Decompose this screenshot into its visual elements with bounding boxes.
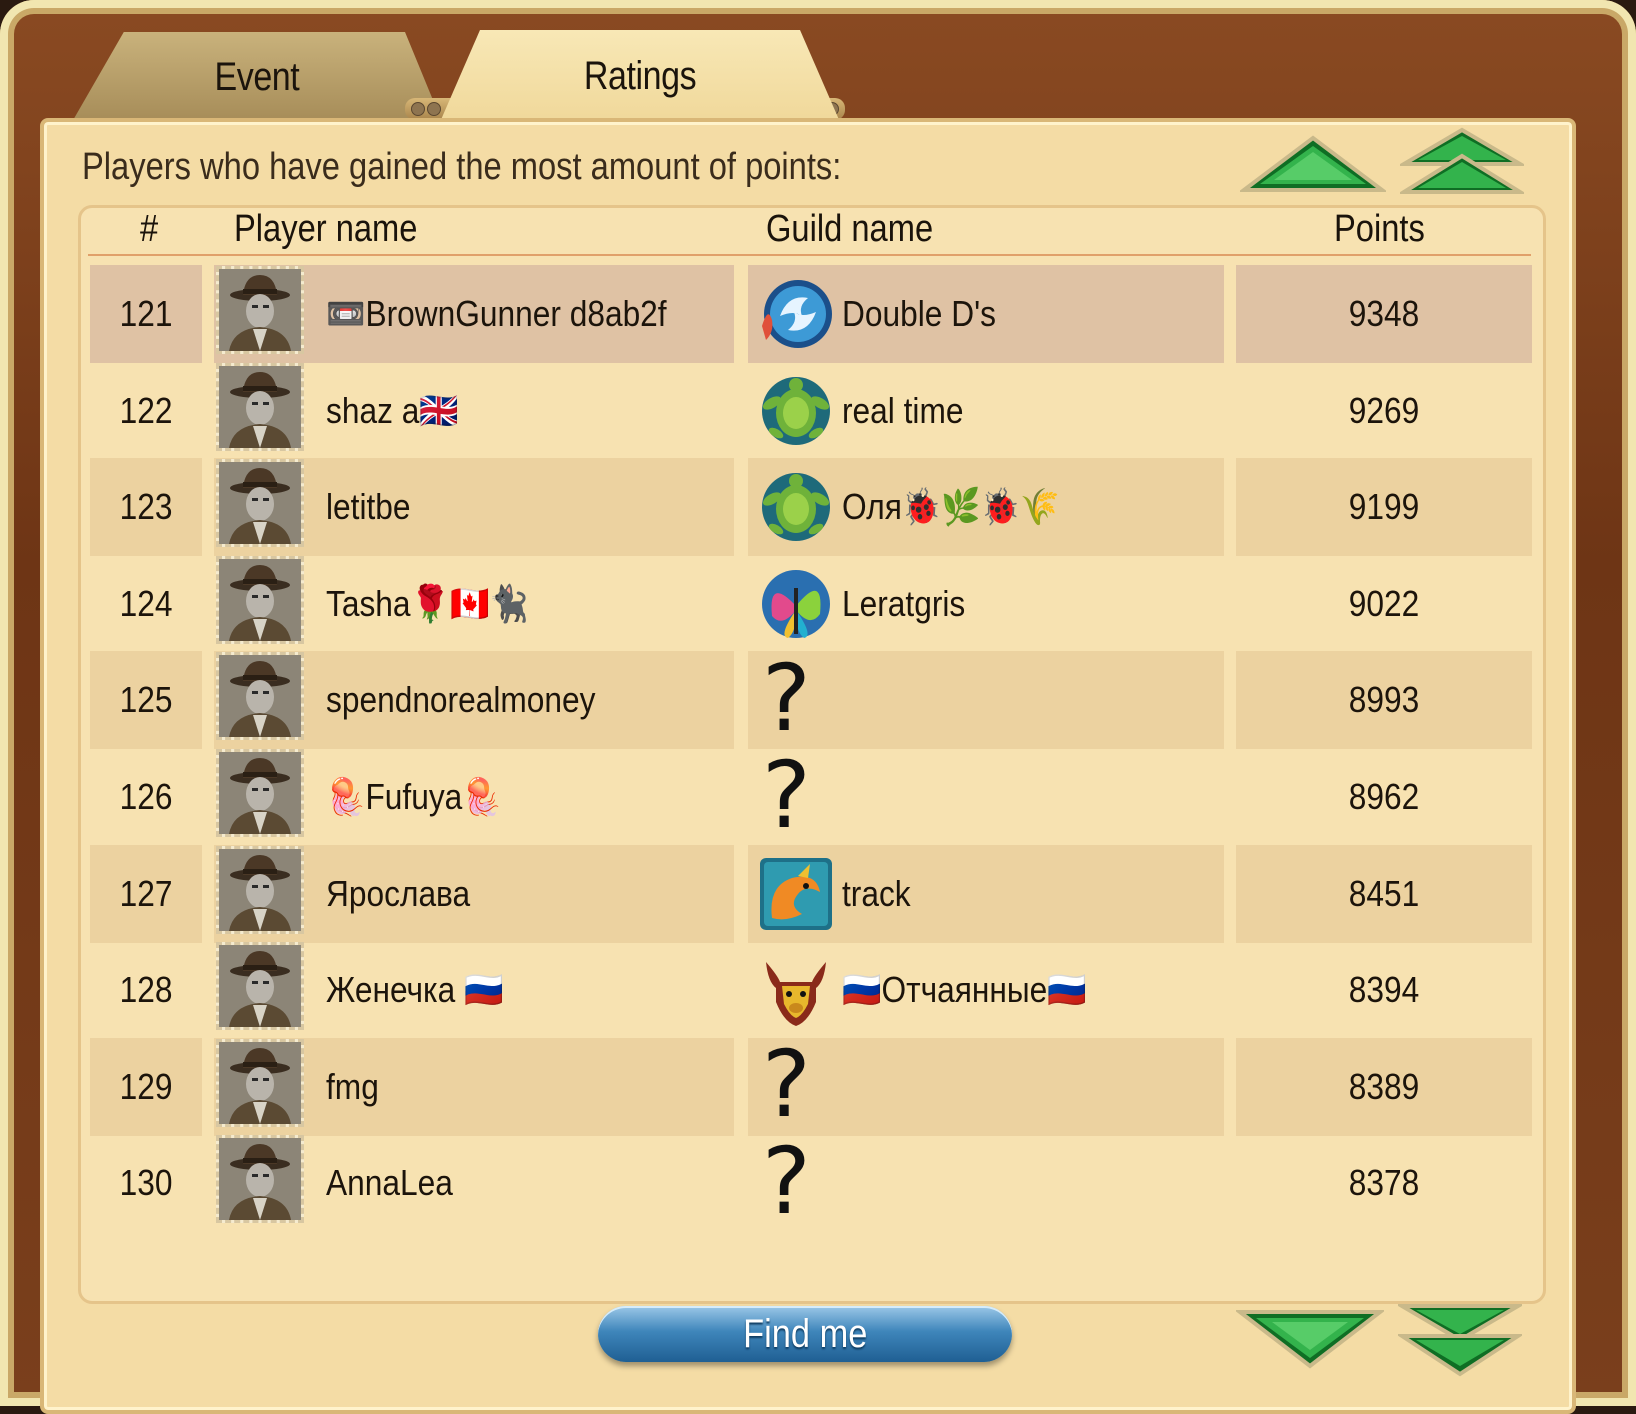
rank-cell: 122 <box>119 389 173 431</box>
column-header-rank: # <box>140 208 159 250</box>
column-header-guild: Guild name <box>766 208 934 250</box>
butterfly-emblem-icon <box>758 566 834 642</box>
player-name[interactable]: letitbe <box>326 458 422 556</box>
table-row[interactable]: 128 8394 Женечка 🇷🇺 🇷🇺Отчаянные🇷🇺 <box>90 938 1534 1038</box>
unknown-guild-icon: ? <box>762 644 811 752</box>
guild-name[interactable]: 🇷🇺Отчаянные🇷🇺 <box>842 941 1120 1039</box>
rank-cell: 130 <box>119 1162 173 1204</box>
jump-top-icon[interactable] <box>1400 126 1524 196</box>
points-cell: 8993 <box>1236 651 1532 750</box>
player-name[interactable]: 🪼Fufuya🪼 <box>326 748 526 846</box>
points-cell: 8394 <box>1348 969 1420 1011</box>
table-row[interactable]: 129 8389 fmg ? <box>90 1031 1534 1139</box>
player-name[interactable]: Ярослава <box>326 845 490 943</box>
avatar[interactable] <box>216 749 304 837</box>
player-name[interactable]: AnnaLea <box>326 1134 470 1232</box>
avatar[interactable] <box>216 942 304 1031</box>
guild-name[interactable]: real time <box>842 362 980 460</box>
table-row[interactable]: 127 8451 Ярослава track <box>90 842 1534 943</box>
tab-event[interactable]: Event <box>72 32 442 122</box>
page-up-icon[interactable] <box>1240 134 1386 194</box>
points-cell: 8962 <box>1348 776 1420 817</box>
avatar[interactable] <box>216 1038 304 1127</box>
rank-cell: 129 <box>90 1037 202 1136</box>
points-cell: 9199 <box>1236 458 1532 557</box>
table-row[interactable]: 125 8993 spendnorealmoney ? <box>90 644 1534 752</box>
dolphin-emblem-icon <box>758 276 834 352</box>
rank-cell: 128 <box>119 969 173 1011</box>
jump-bottom-icon[interactable] <box>1398 1300 1522 1380</box>
avatar[interactable] <box>216 362 304 451</box>
turtle-emblem-icon <box>758 373 834 449</box>
guild-name[interactable]: Double D's <box>842 265 1017 363</box>
points-cell: 9269 <box>1348 389 1420 431</box>
guild-cell <box>748 651 1224 750</box>
rank-cell: 126 <box>119 776 173 817</box>
page-down-icon[interactable] <box>1236 1306 1384 1370</box>
table-row[interactable]: 130 8378 AnnaLea ? <box>90 1127 1534 1235</box>
dragon-emblem-icon <box>758 856 834 932</box>
turtle-emblem-icon <box>758 469 834 545</box>
rank-cell: 127 <box>90 844 202 943</box>
avatar[interactable] <box>216 555 304 644</box>
guild-name[interactable]: Leratgris <box>842 555 982 653</box>
points-cell: 9022 <box>1348 582 1420 624</box>
rank-cell: 125 <box>90 651 202 750</box>
guild-name[interactable]: Оля🐞🌿🐞🌾 <box>842 458 1089 556</box>
player-name[interactable]: fmg <box>326 1038 386 1136</box>
player-name[interactable]: spendnorealmoney <box>326 651 632 749</box>
guild-name[interactable]: track <box>842 845 920 943</box>
avatar[interactable] <box>216 1135 304 1224</box>
unknown-guild-icon: ? <box>762 1031 811 1139</box>
bull-emblem-icon <box>758 952 834 1028</box>
points-cell: 9348 <box>1236 265 1532 363</box>
table-row[interactable]: 124 9022 Tasha🌹🇨🇦🐈‍⬛ Leratgris <box>90 552 1534 652</box>
player-name[interactable]: Tasha🌹🇨🇦🐈‍⬛ <box>326 555 557 653</box>
guild-cell <box>748 748 1224 846</box>
points-cell: 8389 <box>1236 1037 1532 1136</box>
guild-cell <box>748 1037 1224 1136</box>
rank-cell: 121 <box>90 265 202 363</box>
page-title: Players who have gained the most amount … <box>82 146 842 188</box>
player-name[interactable]: shaz a🇬🇧 <box>326 362 477 460</box>
table-row[interactable]: 123 9199 letitbe Оля🐞🌿🐞🌾 <box>90 455 1534 557</box>
avatar[interactable] <box>216 845 304 934</box>
avatar[interactable] <box>216 652 304 741</box>
table-row[interactable]: 122 9269 shaz a🇬🇧 real time <box>90 359 1534 459</box>
column-header-player: Player name <box>234 208 418 250</box>
rank-cell: 124 <box>119 582 173 624</box>
unknown-guild-icon: ? <box>762 1127 811 1235</box>
unknown-guild-icon: ? <box>762 741 811 849</box>
avatar[interactable] <box>216 459 304 548</box>
header-divider <box>88 254 1531 256</box>
tab-ratings[interactable]: Ratings <box>440 30 840 122</box>
column-header-points: Points <box>1334 208 1425 250</box>
rank-cell: 123 <box>90 458 202 557</box>
player-name[interactable]: 📼BrownGunner d8ab2f <box>326 265 713 363</box>
table-row[interactable]: 126 8962 🪼Fufuya🪼 ? <box>90 741 1534 849</box>
points-cell: 8378 <box>1348 1162 1420 1204</box>
avatar[interactable] <box>216 266 304 354</box>
find-me-button[interactable]: Find me <box>598 1306 1012 1362</box>
guild-cell <box>748 1134 1224 1232</box>
table-row[interactable]: 121 9348 📼BrownGunner d8ab2f Double D's <box>90 262 1534 363</box>
points-cell: 8451 <box>1236 844 1532 943</box>
player-name[interactable]: Женечка 🇷🇺 <box>326 941 528 1039</box>
